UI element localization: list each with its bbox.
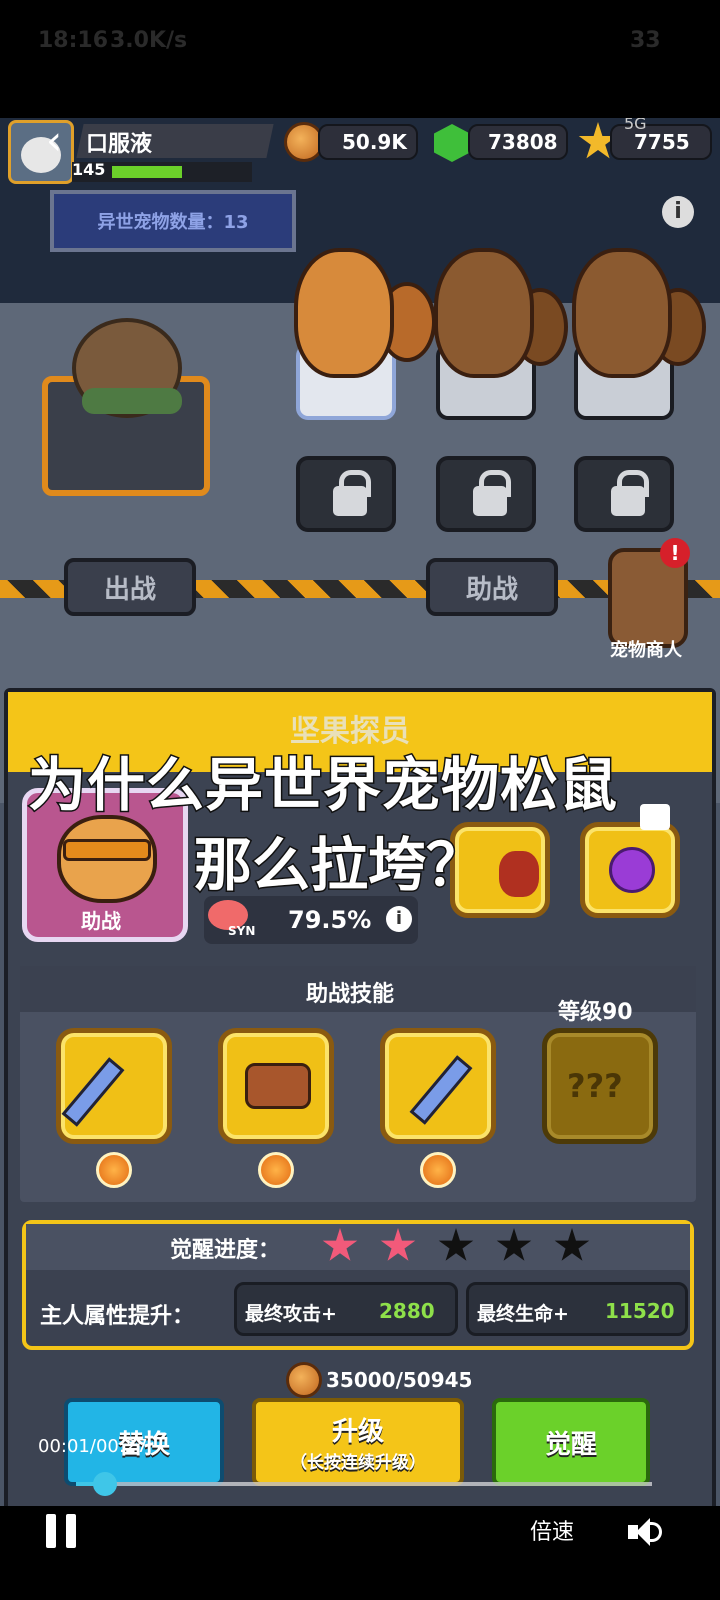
pet-count-label: 异世宠物数量：13 [97, 212, 249, 233]
skill-1[interactable] [56, 1028, 172, 1144]
assist-label: 助战 [465, 574, 518, 605]
syn-box: SYN 79.5% i [204, 896, 418, 944]
alert-badge-icon: ! [660, 538, 690, 568]
caption-line-2: 那么拉垮？ [192, 830, 485, 901]
pet-role: 助战 [81, 909, 121, 933]
pet-count-panel: 异世宠物数量：13 [50, 190, 296, 252]
back-icon[interactable]: ‹ [46, 118, 62, 164]
awaken-label: 觉醒进度： [170, 1238, 281, 1263]
star-value: 7755 [634, 130, 690, 154]
syn-label: SYN [228, 924, 256, 938]
status-speed: 3.0K/s [110, 28, 188, 53]
player-avatar[interactable] [8, 120, 74, 184]
awaken-button-label: 觉醒 [544, 1429, 597, 1460]
video-progress-thumb[interactable] [92, 1472, 117, 1496]
upgrade-label: 升级 [331, 1417, 384, 1447]
info-icon[interactable]: i [386, 906, 412, 932]
video-control-bar [0, 1506, 720, 1600]
upgrade-hint: （长按连续升级） [290, 1453, 426, 1473]
equip-slot-cat[interactable] [580, 822, 680, 918]
coin-icon [286, 1362, 322, 1398]
upgrade-coin-icon[interactable] [96, 1152, 132, 1188]
coin-value: 50.9K [342, 130, 407, 154]
bonus-label: 主人属性提升： [40, 1304, 195, 1329]
merchant-label: 宠物商人 [610, 640, 682, 661]
locked-slot-3[interactable] [574, 456, 674, 532]
lock-icon [333, 470, 371, 516]
capybara-scarf [82, 388, 182, 414]
status-time: 18:16 [38, 28, 109, 53]
awaken-button[interactable]: 觉醒 [492, 1398, 650, 1486]
cat-icon [609, 847, 655, 893]
coin-counter[interactable]: 50.9K [318, 124, 418, 160]
upgrade-button[interactable]: 升级 （长按连续升级） [252, 1398, 464, 1486]
life-bonus: 最终生命+ 11520 [466, 1282, 688, 1336]
skill-locked[interactable]: ??? [542, 1028, 658, 1144]
sword-icon [409, 1055, 473, 1125]
video-time: 00:01/00:27 [38, 1436, 148, 1457]
awaken-header [26, 1224, 690, 1270]
network-label: 5G [624, 118, 647, 133]
attack-bonus: 最终攻击+ 2880 [234, 1282, 458, 1336]
locked-skill-level: 等级90 [558, 1000, 633, 1025]
upgrade-coin-icon[interactable] [420, 1152, 456, 1188]
info-icon[interactable]: i [662, 196, 694, 228]
attack-value: 2880 [379, 1299, 435, 1323]
lock-icon [640, 804, 670, 830]
acorn-icon [499, 851, 539, 897]
locked-slot-2[interactable] [436, 456, 536, 532]
assist-label-plate: 助战 [426, 558, 558, 616]
squirrel-pet-3[interactable] [572, 248, 672, 378]
gem-value: 73808 [488, 130, 558, 154]
player-name: 口服液 [86, 132, 153, 157]
battle-label: 出战 [103, 574, 156, 605]
sunglasses-icon [63, 839, 151, 861]
lock-icon [473, 470, 511, 516]
skill-2[interactable] [218, 1028, 334, 1144]
status-battery: 33 [630, 28, 661, 53]
caption-line-1: 为什么异世界宠物松鼠 [26, 750, 619, 821]
upgrade-cost: 35000/50945 [326, 1368, 473, 1392]
pause-icon[interactable] [46, 1514, 78, 1548]
playback-speed-button[interactable]: 倍速 [530, 1514, 574, 1546]
squirrel-pet-active[interactable] [294, 248, 394, 378]
system-status-bar: 18:16 3.0K/s 33 [0, 0, 720, 110]
life-value: 11520 [605, 1299, 675, 1323]
syn-value: 79.5% [288, 906, 372, 934]
upgrade-coin-icon[interactable] [258, 1152, 294, 1188]
level-bar: 145 [72, 160, 252, 182]
sword-icon [61, 1057, 125, 1127]
attack-label: 最终攻击+ [245, 1303, 337, 1325]
locked-skill-text: ??? [567, 1067, 623, 1105]
hammer-icon [245, 1063, 311, 1109]
volume-icon[interactable] [628, 1516, 664, 1548]
gem-counter[interactable]: 73808 [468, 124, 568, 160]
lock-icon [611, 470, 649, 516]
life-label: 最终生命+ [477, 1303, 569, 1325]
player-level: 145 [72, 160, 106, 179]
skills-title: 助战技能 [306, 982, 395, 1007]
awaken-box: 觉醒进度： 主人属性提升： 最终攻击+ 2880 最终生命+ 11520 [22, 1220, 694, 1350]
video-progress-track[interactable] [76, 1482, 652, 1486]
skill-3[interactable] [380, 1028, 496, 1144]
locked-slot-1[interactable] [296, 456, 396, 532]
battle-label-plate: 出战 [64, 558, 196, 616]
squirrel-pet-2[interactable] [434, 248, 534, 378]
xp-fill [112, 166, 182, 178]
